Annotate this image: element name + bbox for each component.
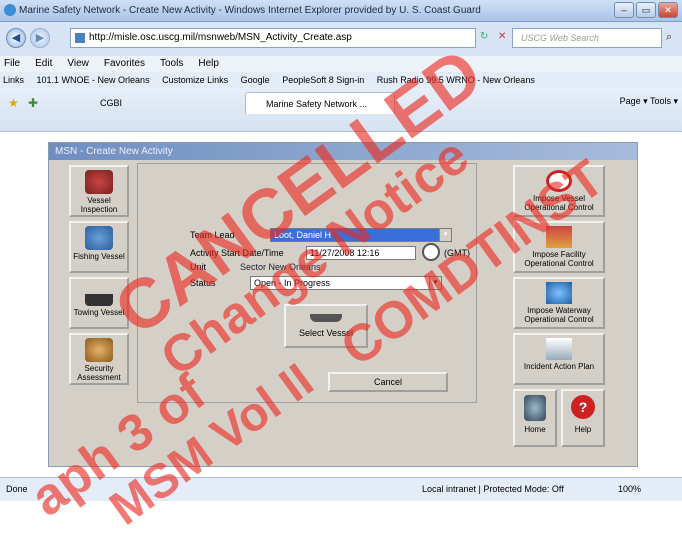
security-assessment-label: Security Assessment: [77, 364, 121, 382]
tab-cgbi[interactable]: CGBI: [80, 92, 240, 114]
link-peoplesoft[interactable]: PeopleSoft 8 Sign-in: [282, 75, 364, 85]
page-tools-menu[interactable]: Page ▾ Tools ▾: [620, 96, 678, 107]
page-icon: [75, 33, 85, 43]
fishing-vessel-label: Fishing Vessel: [73, 252, 125, 261]
window-titlebar: Marine Safety Network - Create New Activ…: [0, 0, 682, 22]
zoom-level[interactable]: 100%: [618, 478, 641, 500]
refresh-icon[interactable]: ↻: [480, 31, 488, 42]
minimize-button[interactable]: –: [614, 2, 634, 18]
address-row: ◀ ▶ http://misle.osc.uscg.mil/msnweb/MSN…: [0, 22, 682, 56]
inspector-icon: [85, 170, 113, 194]
chevron-down-icon: ▾: [439, 229, 451, 241]
home-label: Home: [524, 425, 546, 434]
link-customize[interactable]: Customize Links: [162, 75, 228, 85]
links-label: Links: [3, 75, 25, 85]
vessel-inspection-tile[interactable]: Vessel Inspection: [69, 165, 129, 217]
close-button[interactable]: ✕: [658, 2, 678, 18]
link-wnoe[interactable]: 101.1 WNOE - New Orleans: [37, 75, 150, 85]
incident-action-plan-label: Incident Action Plan: [523, 362, 595, 371]
link-google[interactable]: Google: [241, 75, 270, 85]
menu-help[interactable]: Help: [198, 56, 219, 72]
forward-icon[interactable]: ▶: [30, 28, 50, 48]
waterway-icon: [546, 282, 572, 304]
search-icon[interactable]: ⌕: [666, 31, 672, 44]
home-icon: [524, 395, 546, 421]
stop-icon[interactable]: ✕: [498, 31, 506, 42]
menu-bar: File Edit View Favorites Tools Help: [0, 56, 682, 72]
address-bar[interactable]: http://misle.osc.uscg.mil/msnweb/MSN_Act…: [70, 28, 476, 48]
impose-waterway-label: Impose Waterway Operational Control: [524, 306, 594, 324]
security-assessment-tile[interactable]: Security Assessment: [69, 333, 129, 385]
links-bar: Links 101.1 WNOE - New Orleans Customize…: [0, 72, 682, 88]
favorites-star-icon[interactable]: ★: [8, 96, 19, 110]
fishing-boat-icon: [85, 226, 113, 250]
cancel-button[interactable]: Cancel: [328, 372, 448, 392]
impose-waterway-control-tile[interactable]: Impose Waterway Operational Control: [513, 277, 605, 329]
menu-file[interactable]: File: [4, 56, 20, 72]
menu-favorites[interactable]: Favorites: [104, 56, 145, 72]
security-zone: Local intranet | Protected Mode: Off: [422, 484, 564, 494]
security-guard-icon: [85, 338, 113, 362]
incident-action-plan-tile[interactable]: Incident Action Plan: [513, 333, 605, 385]
back-icon[interactable]: ◀: [6, 28, 26, 48]
window-title: Marine Safety Network - Create New Activ…: [19, 5, 481, 16]
help-label: Help: [574, 425, 592, 434]
address-url: http://misle.osc.uscg.mil/msnweb/MSN_Act…: [89, 32, 352, 43]
action-plan-icon: [546, 338, 572, 360]
add-favorite-icon[interactable]: ✚: [28, 96, 38, 110]
search-input[interactable]: USCG Web Search: [512, 28, 662, 48]
menu-edit[interactable]: Edit: [35, 56, 52, 72]
maximize-button[interactable]: ▭: [636, 2, 656, 18]
menu-view[interactable]: View: [67, 56, 89, 72]
menu-tools[interactable]: Tools: [160, 56, 183, 72]
help-button[interactable]: ? Help: [561, 389, 605, 447]
help-icon: ?: [571, 395, 595, 419]
fishing-vessel-tile[interactable]: Fishing Vessel: [69, 221, 129, 273]
vessel-inspection-label: Vessel Inspection: [80, 196, 118, 214]
vessel-icon: [310, 314, 342, 322]
ie-icon: [4, 4, 16, 16]
home-button[interactable]: Home: [513, 389, 557, 447]
